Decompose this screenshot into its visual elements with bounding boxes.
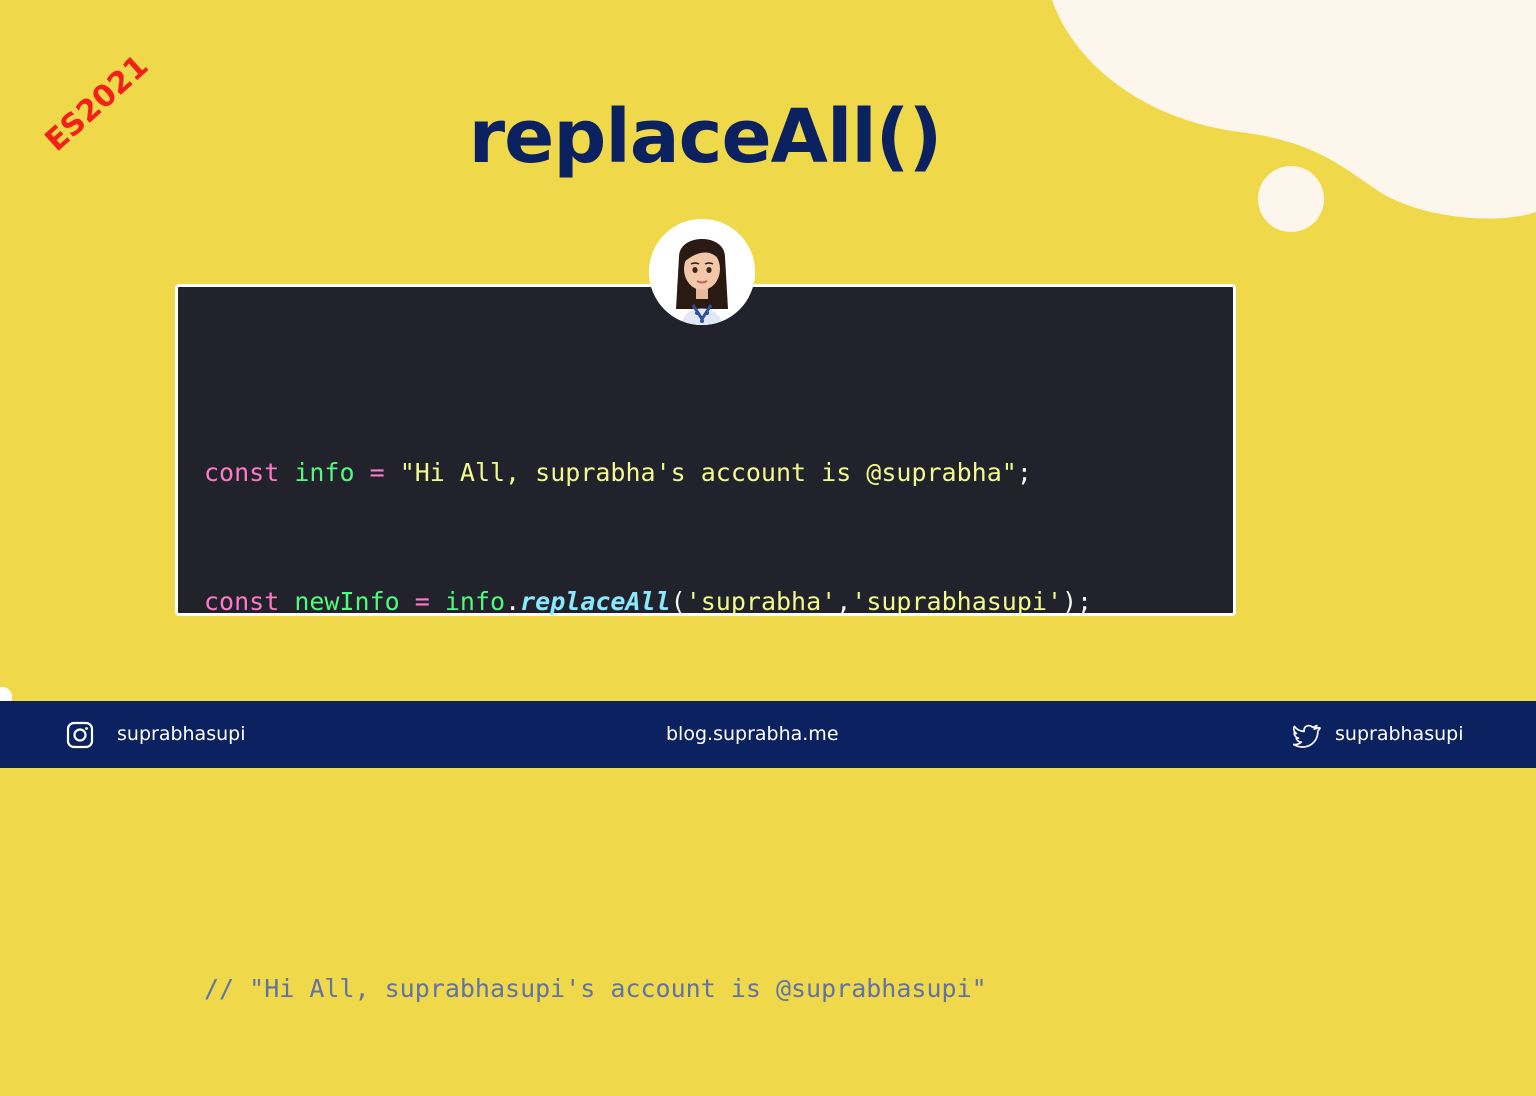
avatar [649,219,755,325]
code-string: "Hi All, suprabha's account is @suprabha… [399,458,1017,487]
instagram-handle[interactable]: suprabhasupi [117,723,245,745]
code-variable: info [294,458,355,487]
code-string: 'suprabha' [685,587,837,616]
footer-bar: suprabhasupi blog.suprabha.me suprabhasu… [0,701,1536,768]
twitter-handle[interactable]: suprabhasupi [1335,723,1463,745]
page-title: replaceAll() [468,94,943,180]
code-punct: ); [1062,587,1093,616]
code-object: info [444,587,506,616]
code-line-2: const newInfo = info.replaceAll('suprabh… [204,580,1092,623]
code-string: 'suprabhasupi' [851,587,1062,616]
code-line-1: const info = "Hi All, suprabha's account… [204,451,1092,494]
blog-link[interactable]: blog.suprabha.me [666,723,839,745]
code-operator: = [399,587,445,616]
code-operator: = [354,458,400,487]
code-punct: , [836,587,852,616]
memoji-avatar-icon [649,219,755,325]
code-method: replaceAll [520,587,671,616]
twitter-icon[interactable] [1293,723,1321,749]
code-comment: // "Hi All, suprabhasupi's account is @s… [204,974,987,1003]
code-keyword: const [204,587,280,616]
code-punct: ( [670,587,686,616]
code-keyword: const [204,458,280,487]
code-block: const info = "Hi All, suprabha's account… [175,284,1236,1003]
code-punct: ; [1016,458,1032,487]
code-punct: . [505,587,521,616]
instagram-icon[interactable] [66,721,94,749]
code-variable: newInfo [294,587,400,616]
